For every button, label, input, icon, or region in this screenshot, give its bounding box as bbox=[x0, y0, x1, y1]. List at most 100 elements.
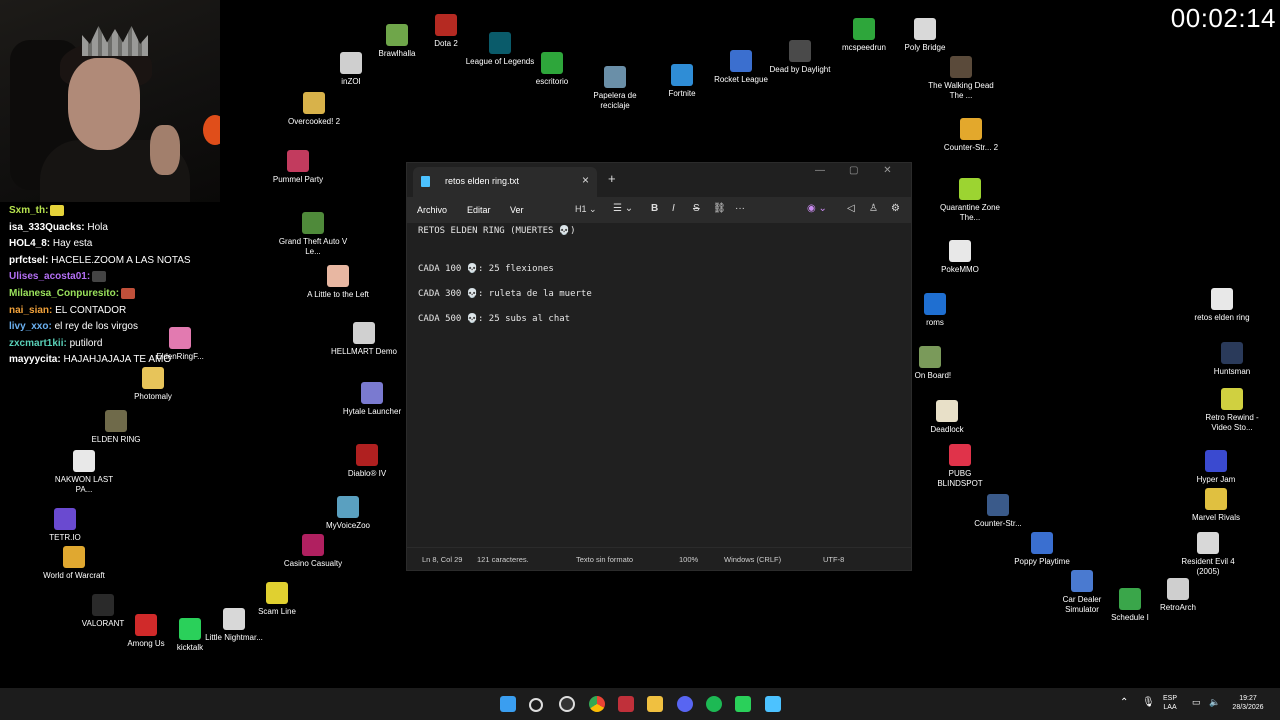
strikethrough-icon[interactable]: S bbox=[693, 203, 700, 214]
desktop-icon[interactable]: Retro Rewind - Video Sto... bbox=[1197, 388, 1267, 433]
maximize-icon[interactable]: ▢ bbox=[838, 165, 869, 176]
new-tab-icon[interactable]: + bbox=[608, 171, 616, 186]
feedback-icon[interactable]: ◁ bbox=[847, 203, 855, 214]
desktop-icon[interactable]: Marvel Rivals bbox=[1181, 488, 1251, 523]
desktop-icon[interactable]: Photomaly bbox=[118, 367, 188, 402]
language-indicator[interactable]: ESP LAA bbox=[1163, 694, 1177, 712]
desktop-icon[interactable]: Little Nightmar... bbox=[199, 608, 269, 643]
desktop-icon[interactable]: MyVoiceZoo bbox=[313, 496, 383, 531]
desktop-icon[interactable]: Pummel Party bbox=[263, 150, 333, 185]
desktop-icon[interactable]: inZOI bbox=[316, 52, 386, 87]
chrome-icon[interactable] bbox=[589, 696, 605, 712]
app-icon[interactable] bbox=[618, 696, 634, 712]
desktop-icon[interactable]: World of Warcraft bbox=[39, 546, 109, 581]
desktop-icon[interactable]: Hytale Launcher bbox=[337, 382, 407, 417]
chat-username: mayyycita: bbox=[9, 354, 61, 366]
desktop-icon[interactable]: Poly Bridge bbox=[890, 18, 960, 53]
heading-dropdown[interactable]: H1 ⌄ bbox=[575, 204, 597, 215]
desktop-icon[interactable]: escritorio bbox=[517, 52, 587, 87]
desktop-icon[interactable]: NAKWON LAST PA... bbox=[49, 450, 119, 495]
desktop-icon[interactable]: PUBG BLINDSPOT bbox=[925, 444, 995, 489]
chat-username: zxcmart1kii: bbox=[9, 337, 67, 349]
desktop-icon[interactable]: RetroArch bbox=[1143, 578, 1213, 613]
menu-archivo[interactable]: Archivo bbox=[417, 205, 447, 215]
app-shortcut-icon bbox=[730, 50, 752, 72]
desktop-icon[interactable]: Counter-Str... 2 bbox=[936, 118, 1006, 153]
file-explorer-icon[interactable] bbox=[647, 696, 663, 712]
desktop-icon[interactable]: The Walking Dead The ... bbox=[926, 56, 996, 101]
start-button-icon[interactable] bbox=[500, 696, 516, 712]
discord-icon[interactable] bbox=[677, 696, 693, 712]
clock[interactable]: 19:27 28/3/2026 bbox=[1228, 694, 1268, 712]
account-icon[interactable]: ♙ bbox=[869, 203, 878, 214]
desktop-icon[interactable]: Resident Evil 4 (2005) bbox=[1173, 532, 1243, 577]
desktop-icon[interactable]: Deadlock bbox=[912, 400, 982, 435]
desktop-icon[interactable]: Casino Casualty bbox=[278, 534, 348, 569]
desktop-icon[interactable]: Overcooked! 2 bbox=[279, 92, 349, 127]
chat-message: Sxm_th: bbox=[9, 203, 209, 220]
app-shortcut-icon bbox=[223, 608, 245, 630]
desktop-icon[interactable]: Diablo® IV bbox=[332, 444, 402, 479]
more-icon[interactable]: ··· bbox=[735, 203, 745, 214]
cursor-position: Ln 8, Col 29 bbox=[422, 555, 463, 564]
close-tab-icon[interactable]: × bbox=[582, 173, 589, 187]
link-icon[interactable]: ⛓ bbox=[713, 203, 726, 214]
microphone-icon[interactable]: 🎙 bbox=[1142, 698, 1155, 708]
zoom-level[interactable]: 100% bbox=[679, 555, 698, 564]
stream-timer: 00:02:14 bbox=[1170, 3, 1276, 33]
desktop-icon[interactable]: Huntsman bbox=[1197, 342, 1267, 377]
app-shortcut-icon bbox=[169, 327, 191, 349]
desktop-icon[interactable]: Grand Theft Auto V Le... bbox=[278, 212, 348, 257]
line-ending[interactable]: Windows (CRLF) bbox=[724, 555, 781, 564]
obs-icon[interactable] bbox=[559, 696, 575, 712]
notepad-tab[interactable]: retos elden ring.txt × bbox=[413, 167, 597, 197]
desktop-icon[interactable]: TETR.IO bbox=[30, 508, 100, 543]
chat-emote-icon bbox=[121, 287, 136, 299]
bold-icon[interactable]: B bbox=[651, 203, 658, 214]
desktop-icon[interactable]: HELLMART Demo bbox=[329, 322, 399, 357]
notepad-titlebar[interactable]: retos elden ring.txt × + — ▢ ✕ bbox=[407, 163, 911, 197]
chat-username: Milanesa_Conpuresito: bbox=[9, 287, 120, 299]
notepad-text-area[interactable]: RETOS ELDEN RING (MUERTES 💀) CADA 100 💀: … bbox=[418, 225, 592, 325]
app-shortcut-icon bbox=[287, 150, 309, 172]
desktop-icon[interactable]: Hyper Jam bbox=[1181, 450, 1251, 485]
close-window-icon[interactable]: ✕ bbox=[872, 165, 903, 176]
desktop-icon[interactable]: Poppy Playtime bbox=[1007, 532, 1077, 567]
desktop-icon[interactable]: EldenRingF... bbox=[145, 327, 215, 362]
volume-icon[interactable]: 🔈 bbox=[1209, 698, 1220, 707]
desktop-icon[interactable]: Quarantine Zone The... bbox=[935, 178, 1005, 223]
italic-icon[interactable]: I bbox=[672, 203, 675, 214]
desktop-icon-label: Counter-Str... bbox=[974, 519, 1022, 528]
menu-ver[interactable]: Ver bbox=[510, 205, 524, 215]
notepad-taskbar-icon[interactable] bbox=[765, 696, 781, 712]
format-indicator[interactable]: Texto sin formato bbox=[576, 555, 633, 564]
minimize-icon[interactable]: — bbox=[804, 165, 835, 176]
webcam-overlay bbox=[0, 0, 220, 202]
kick-icon[interactable] bbox=[735, 696, 751, 712]
chat-message: nai_sian: EL CONTADOR bbox=[9, 303, 209, 320]
chat-message: prfctsel: HACELE.ZOOM A LAS NOTAS bbox=[9, 253, 209, 270]
desktop-icon[interactable]: Papelera de reciclaje bbox=[580, 66, 650, 111]
copilot-icon[interactable]: ◉ ⌄ bbox=[807, 203, 827, 214]
search-icon[interactable] bbox=[529, 698, 543, 712]
app-shortcut-icon bbox=[1205, 450, 1227, 472]
chat-username: isa_333Quacks: bbox=[9, 221, 85, 233]
network-icon[interactable]: ▭ bbox=[1192, 698, 1201, 707]
settings-gear-icon[interactable]: ⚙ bbox=[891, 203, 900, 214]
desktop-icon[interactable]: mcspeedrun bbox=[829, 18, 899, 53]
desktop-icon[interactable]: ELDEN RING bbox=[81, 410, 151, 445]
encoding[interactable]: UTF-8 bbox=[823, 555, 844, 564]
desktop-icon-label: Retro Rewind - Video Sto... bbox=[1205, 413, 1259, 432]
app-shortcut-icon bbox=[924, 293, 946, 315]
tray-chevron-icon[interactable]: ⌃ bbox=[1120, 698, 1128, 708]
desktop-icon[interactable]: A Little to the Left bbox=[303, 265, 373, 300]
desktop-icon[interactable]: Dead by Daylight bbox=[765, 40, 835, 75]
desktop-icon[interactable]: Counter-Str... bbox=[963, 494, 1033, 529]
desktop-icon[interactable]: PokeMMO bbox=[925, 240, 995, 275]
desktop-icon[interactable]: retos elden ring bbox=[1187, 288, 1257, 323]
list-icon[interactable]: ☰ ⌄ bbox=[613, 203, 633, 214]
app-shortcut-icon bbox=[959, 178, 981, 200]
menu-editar[interactable]: Editar bbox=[467, 205, 491, 215]
spotify-icon[interactable] bbox=[706, 696, 722, 712]
app-shortcut-icon bbox=[1071, 570, 1093, 592]
